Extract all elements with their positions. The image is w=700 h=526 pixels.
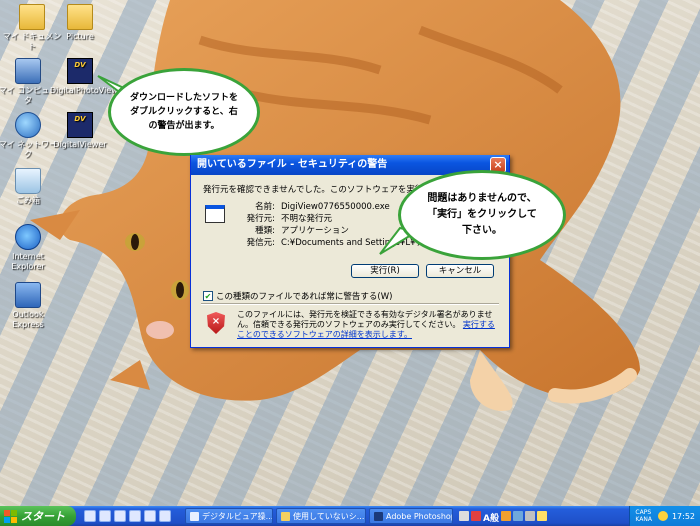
desktop-icon-label: DigitalViewer (53, 140, 107, 149)
ime-icon[interactable] (471, 511, 481, 521)
tools-icon[interactable] (524, 511, 535, 521)
clock[interactable]: 17:52 (672, 512, 695, 521)
desktop-icon-picture[interactable]: Picture (50, 4, 110, 42)
language-bar: A般 (459, 511, 547, 524)
bubble-text: 問題はありませんので、 「実行」をクリックして 下さい。 (427, 193, 537, 236)
always-warn-checkbox-row[interactable]: ✔ この種類のファイルであれば常に警告する(W) (203, 290, 392, 302)
start-label: スタート (21, 510, 65, 523)
desktop-icon-label: ごみ箱 (16, 196, 40, 205)
outlook-express-icon[interactable] (114, 510, 126, 522)
windows-flag-icon (4, 509, 17, 523)
always-warn-checkbox[interactable]: ✔ (203, 291, 213, 301)
show-desktop-icon[interactable] (84, 510, 96, 522)
dialog-title: 開いているファイル - セキュリティの警告 (197, 159, 388, 170)
desktop-icon-outlook-express[interactable]: Outlook Express (0, 282, 58, 330)
desktop-icon-label: Internet Explorer (11, 252, 45, 271)
media-player-icon[interactable] (129, 510, 141, 522)
desktop-icon-label: Outlook Express (12, 310, 44, 329)
tray-status-icon[interactable] (657, 511, 668, 521)
taskbar-item-digital-viewer[interactable]: デジタルビュア操... (185, 508, 273, 524)
start-button[interactable]: スタート (0, 506, 76, 526)
keyboard-icon[interactable] (459, 511, 469, 521)
caps-kana-indicator: CAPS KANA (635, 509, 652, 523)
desktop-icon-label: マイ コンピュータ (0, 86, 58, 105)
taskbar-item-photoshop[interactable]: Adobe Photoshop (369, 508, 453, 524)
ime-mode[interactable]: A般 (483, 511, 499, 524)
app-shortcut-icon[interactable] (144, 510, 156, 522)
taskbar: スタート デジタルビュア操... 使用していないシ... Adobe Photo… (0, 506, 700, 526)
cancel-button[interactable]: キャンセル (426, 264, 494, 278)
digital-viewer-icon: DV (67, 58, 93, 84)
speech-bubble-download: ダウンロードしたソフトを ダブルクリックすると、右 の警告が出ます。 (108, 68, 260, 156)
my-documents-icon (19, 4, 45, 30)
internet-explorer-icon (15, 224, 41, 250)
my-computer-icon (15, 58, 41, 84)
app-shortcut-icon[interactable] (159, 510, 171, 522)
desktop-icon-digital-viewer[interactable]: DV DigitalViewer (50, 112, 110, 150)
recycle-bin-icon (15, 168, 41, 194)
folder-icon (281, 511, 290, 521)
help-icon[interactable] (536, 511, 547, 521)
warning-text: このファイルには、発行元を検証できる有効なデジタル署名がありません。信頼できる発… (237, 310, 493, 329)
pad-icon[interactable] (512, 511, 523, 521)
internet-explorer-icon[interactable] (99, 510, 111, 522)
outlook-express-icon (15, 282, 41, 308)
shield-warning-icon: × (207, 312, 225, 334)
quick-launch (84, 510, 171, 522)
taskbar-item-folder[interactable]: 使用していないシ... (276, 508, 366, 524)
window-icon (190, 511, 199, 521)
checkbox-label: この種類のファイルであれば常に警告する(W) (216, 292, 393, 302)
run-button[interactable]: 実行(R) (351, 264, 419, 278)
divider (201, 303, 499, 305)
desktop-icon-internet-explorer[interactable]: Internet Explorer (0, 224, 58, 272)
application-file-icon (205, 205, 225, 223)
system-tray: CAPS KANA 17:52 (629, 506, 700, 526)
warning-message: このファイルには、発行元を検証できる有効なデジタル署名がありません。信頼できる発… (237, 310, 502, 340)
network-icon (15, 112, 41, 138)
desktop-icon-label: マイ ネットワーク (0, 140, 58, 159)
speech-bubble-run: 問題はありませんので、 「実行」をクリックして 下さい。 (398, 170, 566, 260)
desktop-icon-label: Picture (66, 32, 94, 41)
bubble-text: ダウンロードしたソフトを ダブルクリックすると、右 の警告が出ます。 (129, 93, 238, 131)
digital-viewer-icon: DV (67, 112, 93, 138)
folder-icon (67, 4, 93, 30)
dictionary-icon[interactable] (500, 511, 511, 521)
desktop-icon-recycle-bin[interactable]: ごみ箱 (0, 168, 58, 206)
photoshop-icon (374, 511, 383, 521)
